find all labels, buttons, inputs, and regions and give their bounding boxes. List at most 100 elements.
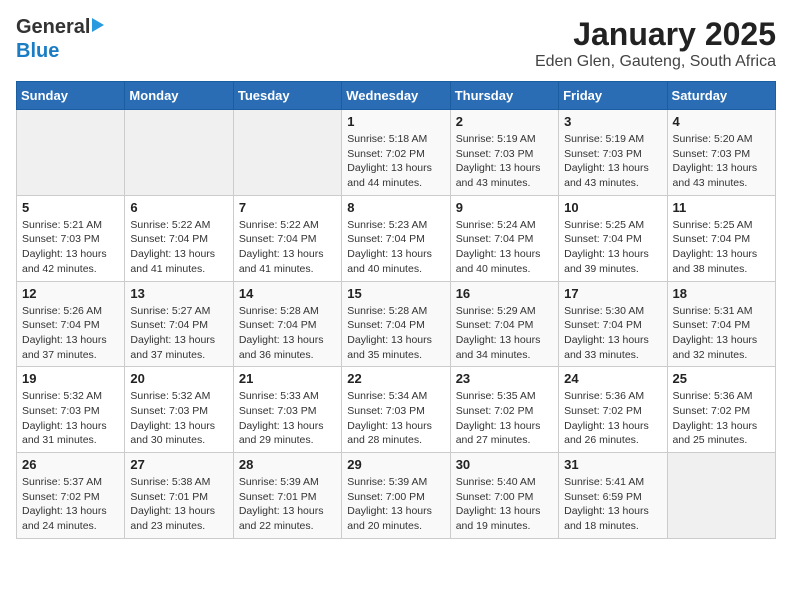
- day-number: 5: [22, 200, 119, 215]
- day-info: Sunrise: 5:25 AM Sunset: 7:04 PM Dayligh…: [673, 218, 770, 277]
- calendar-cell: 3 Sunrise: 5:19 AM Sunset: 7:03 PM Daylig…: [559, 110, 667, 196]
- header-row: SundayMondayTuesdayWednesdayThursdayFrid…: [17, 82, 776, 110]
- calendar-cell: 18 Sunrise: 5:31 AM Sunset: 7:04 PM Dayli…: [667, 281, 775, 367]
- calendar-cell: 26 Sunrise: 5:37 AM Sunset: 7:02 PM Dayli…: [17, 453, 125, 539]
- day-info: Sunrise: 5:18 AM Sunset: 7:02 PM Dayligh…: [347, 132, 444, 191]
- calendar-cell: 14 Sunrise: 5:28 AM Sunset: 7:04 PM Dayli…: [233, 281, 341, 367]
- day-number: 27: [130, 457, 227, 472]
- day-header-sunday: Sunday: [17, 82, 125, 110]
- logo-chevron-icon: [92, 18, 104, 32]
- day-info: Sunrise: 5:29 AM Sunset: 7:04 PM Dayligh…: [456, 304, 553, 363]
- day-number: 10: [564, 200, 661, 215]
- day-number: 3: [564, 114, 661, 129]
- day-number: 30: [456, 457, 553, 472]
- day-number: 25: [673, 371, 770, 386]
- day-number: 26: [22, 457, 119, 472]
- day-info: Sunrise: 5:32 AM Sunset: 7:03 PM Dayligh…: [130, 389, 227, 448]
- day-info: Sunrise: 5:27 AM Sunset: 7:04 PM Dayligh…: [130, 304, 227, 363]
- logo-general-text: General: [16, 16, 90, 38]
- day-number: 11: [673, 200, 770, 215]
- page-subtitle: Eden Glen, Gauteng, South Africa: [535, 53, 776, 71]
- calendar-body: 1 Sunrise: 5:18 AM Sunset: 7:02 PM Daylig…: [17, 110, 776, 539]
- day-header-monday: Monday: [125, 82, 233, 110]
- day-number: 12: [22, 286, 119, 301]
- day-info: Sunrise: 5:26 AM Sunset: 7:04 PM Dayligh…: [22, 304, 119, 363]
- day-info: Sunrise: 5:30 AM Sunset: 7:04 PM Dayligh…: [564, 304, 661, 363]
- calendar-cell: 2 Sunrise: 5:19 AM Sunset: 7:03 PM Daylig…: [450, 110, 558, 196]
- day-info: Sunrise: 5:23 AM Sunset: 7:04 PM Dayligh…: [347, 218, 444, 277]
- day-header-tuesday: Tuesday: [233, 82, 341, 110]
- day-info: Sunrise: 5:19 AM Sunset: 7:03 PM Dayligh…: [456, 132, 553, 191]
- day-info: Sunrise: 5:35 AM Sunset: 7:02 PM Dayligh…: [456, 389, 553, 448]
- day-info: Sunrise: 5:36 AM Sunset: 7:02 PM Dayligh…: [673, 389, 770, 448]
- week-row-4: 19 Sunrise: 5:32 AM Sunset: 7:03 PM Dayli…: [17, 367, 776, 453]
- day-header-friday: Friday: [559, 82, 667, 110]
- day-number: 18: [673, 286, 770, 301]
- day-number: 20: [130, 371, 227, 386]
- calendar-cell: [667, 453, 775, 539]
- day-info: Sunrise: 5:41 AM Sunset: 6:59 PM Dayligh…: [564, 475, 661, 534]
- week-row-5: 26 Sunrise: 5:37 AM Sunset: 7:02 PM Dayli…: [17, 453, 776, 539]
- calendar-cell: [233, 110, 341, 196]
- calendar-header: SundayMondayTuesdayWednesdayThursdayFrid…: [17, 82, 776, 110]
- day-info: Sunrise: 5:22 AM Sunset: 7:04 PM Dayligh…: [239, 218, 336, 277]
- day-info: Sunrise: 5:40 AM Sunset: 7:00 PM Dayligh…: [456, 475, 553, 534]
- calendar-cell: 1 Sunrise: 5:18 AM Sunset: 7:02 PM Daylig…: [342, 110, 450, 196]
- calendar-cell: 15Sunrise: 5:28 AM Sunset: 7:04 PM Dayli…: [342, 281, 450, 367]
- day-info: Sunrise: 5:37 AM Sunset: 7:02 PM Dayligh…: [22, 475, 119, 534]
- day-number: 4: [673, 114, 770, 129]
- day-number: 13: [130, 286, 227, 301]
- day-info: Sunrise: 5:22 AM Sunset: 7:04 PM Dayligh…: [130, 218, 227, 277]
- day-info: Sunrise: 5:21 AM Sunset: 7:03 PM Dayligh…: [22, 218, 119, 277]
- calendar-cell: 27 Sunrise: 5:38 AM Sunset: 7:01 PM Dayli…: [125, 453, 233, 539]
- calendar-cell: 5 Sunrise: 5:21 AM Sunset: 7:03 PM Daylig…: [17, 195, 125, 281]
- calendar-cell: 29Sunrise: 5:39 AM Sunset: 7:00 PM Dayli…: [342, 453, 450, 539]
- day-info: Sunrise: 5:32 AM Sunset: 7:03 PM Dayligh…: [22, 389, 119, 448]
- page-header: General Blue January 2025 Eden Glen, Gau…: [16, 16, 776, 71]
- week-row-1: 1 Sunrise: 5:18 AM Sunset: 7:02 PM Daylig…: [17, 110, 776, 196]
- week-row-3: 12 Sunrise: 5:26 AM Sunset: 7:04 PM Dayli…: [17, 281, 776, 367]
- calendar-cell: 28Sunrise: 5:39 AM Sunset: 7:01 PM Dayli…: [233, 453, 341, 539]
- calendar-table: SundayMondayTuesdayWednesdayThursdayFrid…: [16, 81, 776, 539]
- day-number: 19: [22, 371, 119, 386]
- calendar-cell: 30 Sunrise: 5:40 AM Sunset: 7:00 PM Dayli…: [450, 453, 558, 539]
- page-title: January 2025: [535, 16, 776, 53]
- day-number: 16: [456, 286, 553, 301]
- day-info: Sunrise: 5:19 AM Sunset: 7:03 PM Dayligh…: [564, 132, 661, 191]
- day-number: 15: [347, 286, 444, 301]
- day-number: 21: [239, 371, 336, 386]
- day-number: 28: [239, 457, 336, 472]
- calendar-cell: 16 Sunrise: 5:29 AM Sunset: 7:04 PM Dayli…: [450, 281, 558, 367]
- calendar-cell: 21 Sunrise: 5:33 AM Sunset: 7:03 PM Dayli…: [233, 367, 341, 453]
- day-info: Sunrise: 5:38 AM Sunset: 7:01 PM Dayligh…: [130, 475, 227, 534]
- calendar-cell: 19 Sunrise: 5:32 AM Sunset: 7:03 PM Dayli…: [17, 367, 125, 453]
- day-info: Sunrise: 5:39 AM Sunset: 7:00 PM Dayligh…: [347, 475, 444, 534]
- calendar-cell: 20 Sunrise: 5:32 AM Sunset: 7:03 PM Dayli…: [125, 367, 233, 453]
- calendar-cell: 6 Sunrise: 5:22 AM Sunset: 7:04 PM Daylig…: [125, 195, 233, 281]
- calendar-cell: 24Sunrise: 5:36 AM Sunset: 7:02 PM Dayli…: [559, 367, 667, 453]
- week-row-2: 5 Sunrise: 5:21 AM Sunset: 7:03 PM Daylig…: [17, 195, 776, 281]
- calendar-cell: 31Sunrise: 5:41 AM Sunset: 6:59 PM Dayli…: [559, 453, 667, 539]
- calendar-cell: 13 Sunrise: 5:27 AM Sunset: 7:04 PM Dayli…: [125, 281, 233, 367]
- calendar-cell: [125, 110, 233, 196]
- calendar-cell: 4Sunrise: 5:20 AM Sunset: 7:03 PM Daylig…: [667, 110, 775, 196]
- day-header-wednesday: Wednesday: [342, 82, 450, 110]
- calendar-cell: 22Sunrise: 5:34 AM Sunset: 7:03 PM Dayli…: [342, 367, 450, 453]
- calendar-cell: 7Sunrise: 5:22 AM Sunset: 7:04 PM Daylig…: [233, 195, 341, 281]
- day-number: 1: [347, 114, 444, 129]
- day-number: 24: [564, 371, 661, 386]
- title-block: January 2025 Eden Glen, Gauteng, South A…: [535, 16, 776, 71]
- calendar-cell: 9Sunrise: 5:24 AM Sunset: 7:04 PM Daylig…: [450, 195, 558, 281]
- day-number: 2: [456, 114, 553, 129]
- day-info: Sunrise: 5:31 AM Sunset: 7:04 PM Dayligh…: [673, 304, 770, 363]
- day-info: Sunrise: 5:33 AM Sunset: 7:03 PM Dayligh…: [239, 389, 336, 448]
- day-number: 9: [456, 200, 553, 215]
- calendar-cell: [17, 110, 125, 196]
- day-number: 6: [130, 200, 227, 215]
- day-info: Sunrise: 5:28 AM Sunset: 7:04 PM Dayligh…: [239, 304, 336, 363]
- calendar-cell: 11 Sunrise: 5:25 AM Sunset: 7:04 PM Dayli…: [667, 195, 775, 281]
- calendar-cell: 25 Sunrise: 5:36 AM Sunset: 7:02 PM Dayli…: [667, 367, 775, 453]
- calendar-cell: 10 Sunrise: 5:25 AM Sunset: 7:04 PM Dayli…: [559, 195, 667, 281]
- day-number: 14: [239, 286, 336, 301]
- day-info: Sunrise: 5:25 AM Sunset: 7:04 PM Dayligh…: [564, 218, 661, 277]
